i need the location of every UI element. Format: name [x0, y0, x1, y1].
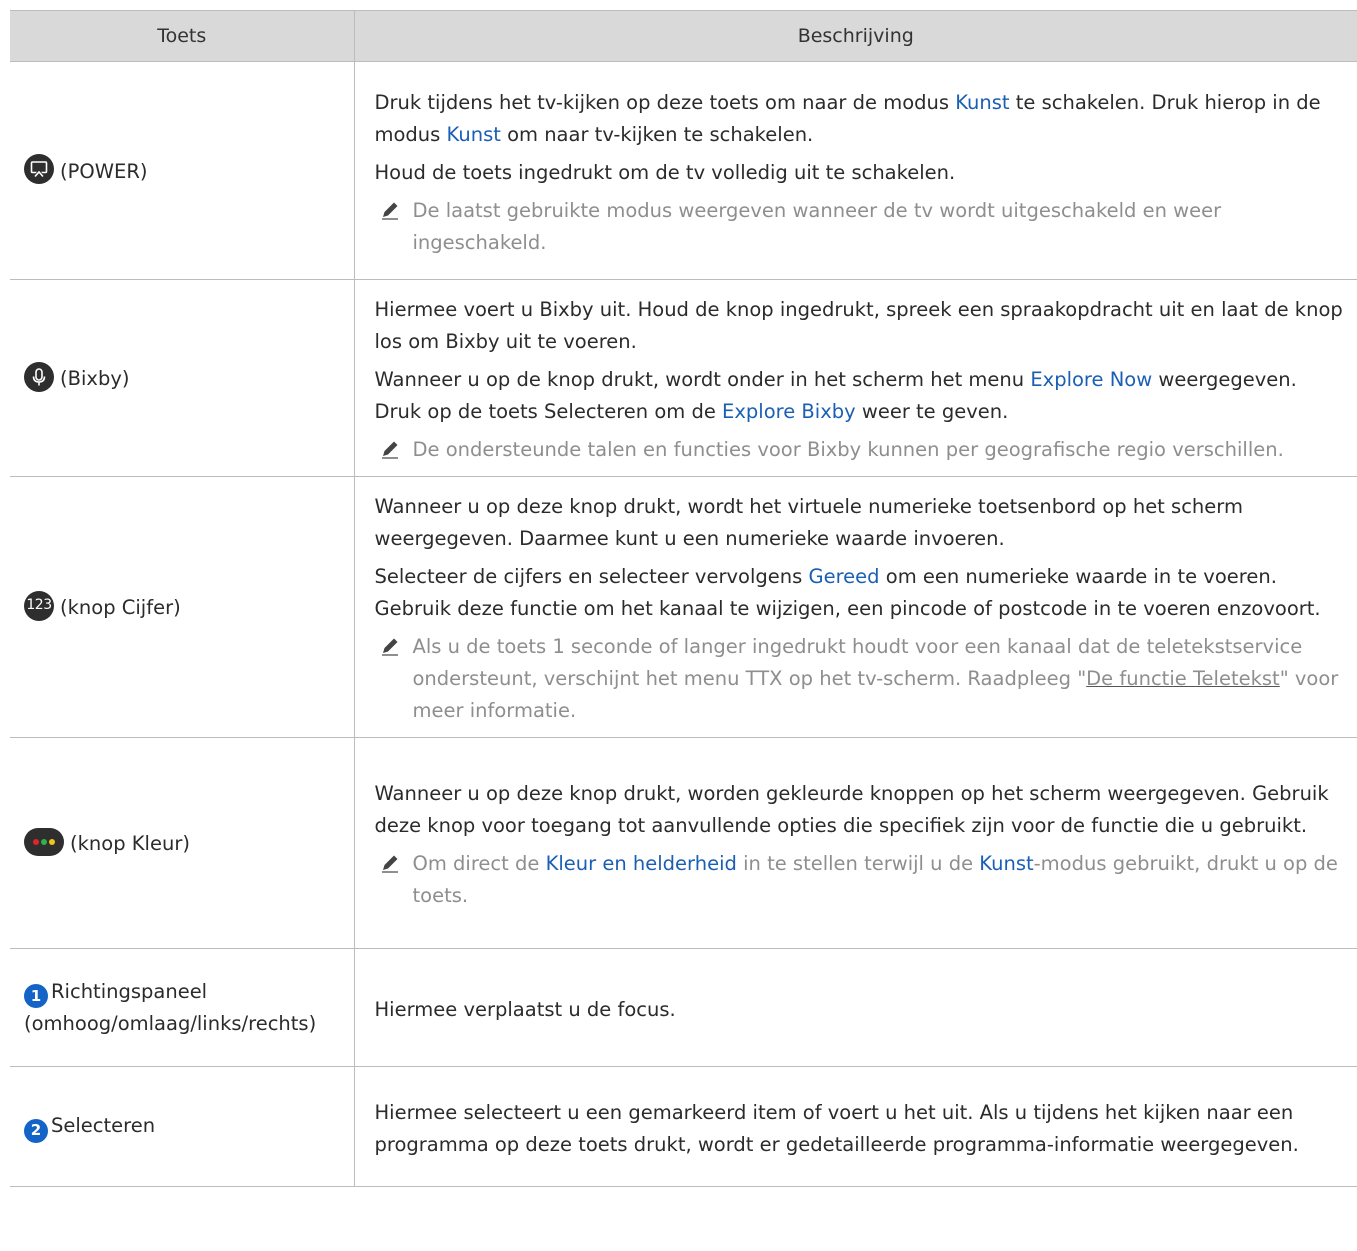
remote-keys-table: Toets Beschrijving (POWER) Druk tijdens …	[10, 10, 1357, 1187]
description-cell-color: Wanneer u op deze knop drukt, worden gek…	[354, 737, 1357, 949]
description-cell-bixby: Hiermee voert u Bixby uit. Houd de knop …	[354, 279, 1357, 477]
power-description-1: Druk tijdens het tv-kijken op deze toets…	[374, 90, 1321, 146]
key-cell-direction: 1 Richtingspaneel (omhoog/omlaag/links/re…	[10, 948, 355, 1067]
key-label-direction: Richtingspaneel (omhoog/omlaag/links/rec…	[24, 979, 317, 1036]
table-row-power: (POWER) Druk tijdens het tv-kijken op de…	[10, 61, 1357, 280]
color-buttons-icon	[24, 827, 64, 856]
column-header-key: Toets	[10, 10, 355, 62]
number-2-badge-icon: 2	[24, 1118, 48, 1143]
power-description-2: Houd de toets ingedrukt om de tv volledi…	[374, 160, 956, 184]
key-cell-number: 123 (knop Cijfer)	[10, 476, 355, 738]
number-description-1: Wanneer u op deze knop drukt, wordt het …	[374, 495, 1243, 550]
teletext-link[interactable]: De functie Teletekst	[1086, 667, 1280, 690]
pencil-note-icon	[381, 441, 398, 459]
bixby-note: De ondersteunde talen en functies voor B…	[375, 434, 1344, 466]
description-cell-power: Druk tijdens het tv-kijken op deze toets…	[354, 61, 1357, 280]
description-cell-direction: Hiermee verplaatst u de focus.	[354, 948, 1357, 1067]
number-key-icon: 123	[24, 590, 54, 621]
key-label-number: (knop Cijfer)	[60, 596, 181, 619]
bixby-description-1: Hiermee voert u Bixby uit. Houd de knop …	[374, 298, 1343, 353]
table-row-bixby: (Bixby) Hiermee voert u Bixby uit. Houd …	[10, 279, 1357, 477]
number-description-2: Selecteer de cijfers en selecteer vervol…	[374, 565, 1321, 620]
column-header-description: Beschrijving	[354, 10, 1357, 62]
number-note: Als u de toets 1 seconde of langer inged…	[375, 631, 1344, 727]
pencil-note-icon	[381, 855, 398, 873]
table-row-direction: 1 Richtingspaneel (omhoog/omlaag/links/re…	[10, 948, 1357, 1067]
description-cell-number: Wanneer u op deze knop drukt, wordt het …	[354, 476, 1357, 738]
select-description: Hiermee selecteert u een gemarkeerd item…	[374, 1100, 1299, 1156]
key-label-color: (knop Kleur)	[70, 832, 190, 855]
table-row-color: (knop Kleur) Wanneer u op deze knop druk…	[10, 737, 1357, 949]
description-cell-select: Hiermee selecteert u een gemarkeerd item…	[354, 1066, 1357, 1187]
number-1-badge-icon: 1	[24, 984, 48, 1009]
color-description-1: Wanneer u op deze knop drukt, worden gek…	[374, 782, 1329, 837]
bixby-description-2: Wanneer u op de knop drukt, wordt onder …	[374, 368, 1297, 423]
pencil-note-icon	[381, 202, 398, 220]
key-cell-bixby: (Bixby)	[10, 279, 355, 477]
table-row-select: 2 Selecteren Hiermee selecteert u een gem…	[10, 1066, 1357, 1187]
key-label-select: Selecteren	[51, 1114, 156, 1138]
key-label-bixby: (Bixby)	[60, 367, 130, 390]
key-label-power: (POWER)	[60, 159, 148, 183]
key-cell-select: 2 Selecteren	[10, 1066, 355, 1187]
pencil-note-icon	[381, 638, 398, 656]
table-header-row: Toets Beschrijving	[10, 10, 1357, 62]
direction-description: Hiermee verplaatst u de focus.	[374, 997, 676, 1021]
key-cell-power: (POWER)	[10, 61, 355, 280]
microphone-icon	[24, 361, 54, 392]
table-row-number: 123 (knop Cijfer) Wanneer u op deze knop …	[10, 476, 1357, 738]
key-cell-color: (knop Kleur)	[10, 737, 355, 949]
color-note: Om direct de Kleur en helderheid in te s…	[375, 848, 1344, 912]
art-mode-power-icon	[24, 154, 54, 184]
power-note: De laatst gebruikte modus weergeven wann…	[375, 195, 1344, 259]
